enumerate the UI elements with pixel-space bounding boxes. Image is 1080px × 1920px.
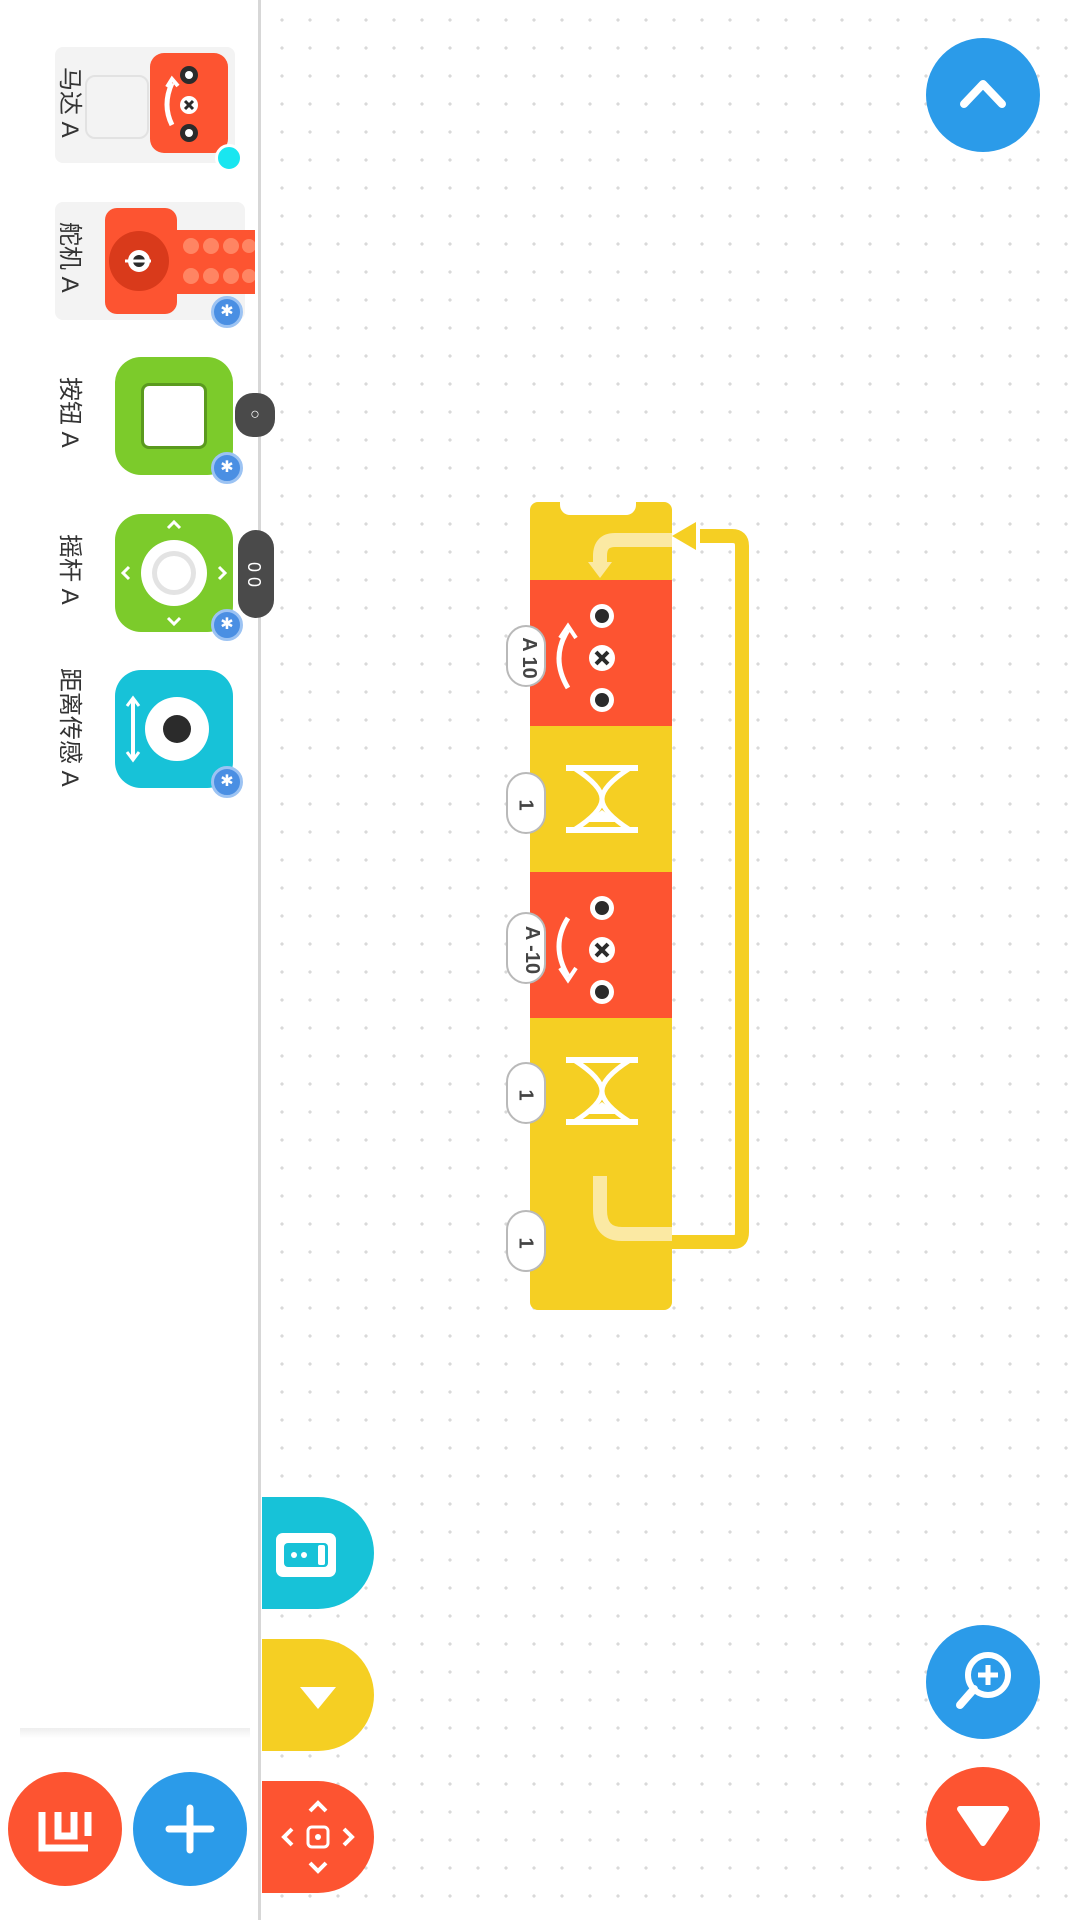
device-label: 马达 A [56, 67, 83, 138]
bluetooth-icon: ✱ [211, 452, 243, 484]
device-manager-icon [38, 1812, 92, 1852]
device-joystick-a[interactable]: 摇杆 A 0 0 ✱ [55, 512, 285, 642]
device-label: 距离传感 A [56, 668, 83, 787]
tab-control-flow[interactable] [262, 1639, 374, 1751]
motor-icon [150, 53, 228, 153]
tab-controller[interactable] [262, 1497, 374, 1609]
devices-button[interactable] [8, 1772, 122, 1886]
tab-movement[interactable] [262, 1781, 374, 1893]
plus-icon [165, 1804, 215, 1854]
zoom-in-icon [956, 1652, 1011, 1709]
device-label: 按钮 A [56, 377, 83, 448]
joystick-value-tooltip: 0 0 [238, 530, 274, 618]
wait-param-input[interactable]: 1 [506, 772, 546, 834]
controller-icon [276, 1533, 336, 1577]
device-label: 摇杆 A [56, 534, 83, 605]
device-distance-sensor-a[interactable]: 距离传感 A ✱ [55, 668, 255, 798]
bluetooth-icon: ✱ [211, 766, 243, 798]
chevron-up-icon [960, 80, 1006, 108]
device-label: 舵机 A [56, 222, 83, 293]
device-servo-a[interactable]: 舵机 A ✱ [55, 200, 255, 328]
repeat-count-input[interactable]: 1 [506, 1210, 546, 1272]
motor-param-input[interactable]: A -10 [506, 912, 546, 984]
connected-indicator [215, 144, 243, 172]
palette-bottom-shadow [20, 1728, 250, 1738]
bluetooth-icon: ✱ [211, 296, 243, 328]
triangle-down-icon [957, 1806, 1009, 1846]
add-device-button[interactable] [133, 1772, 247, 1886]
direction-pad-icon [281, 1800, 355, 1874]
motor-param-input[interactable]: A 10 [506, 625, 546, 687]
button-state-tooltip: ○ [235, 393, 275, 437]
run-button[interactable] [926, 1767, 1040, 1881]
loop-connector [672, 522, 749, 1249]
repeat-start-block[interactable] [530, 501, 672, 580]
triangle-down-icon [300, 1687, 336, 1709]
device-motor-a[interactable]: 马达 A [55, 45, 243, 172]
zoom-button[interactable] [926, 1625, 1040, 1739]
device-button-a[interactable]: 按钮 A ○ ✱ [55, 355, 285, 485]
collapse-button[interactable] [926, 38, 1040, 152]
wait-param-input[interactable]: 1 [506, 1062, 546, 1124]
bluetooth-icon: ✱ [211, 609, 243, 641]
palette-divider [258, 0, 261, 1920]
